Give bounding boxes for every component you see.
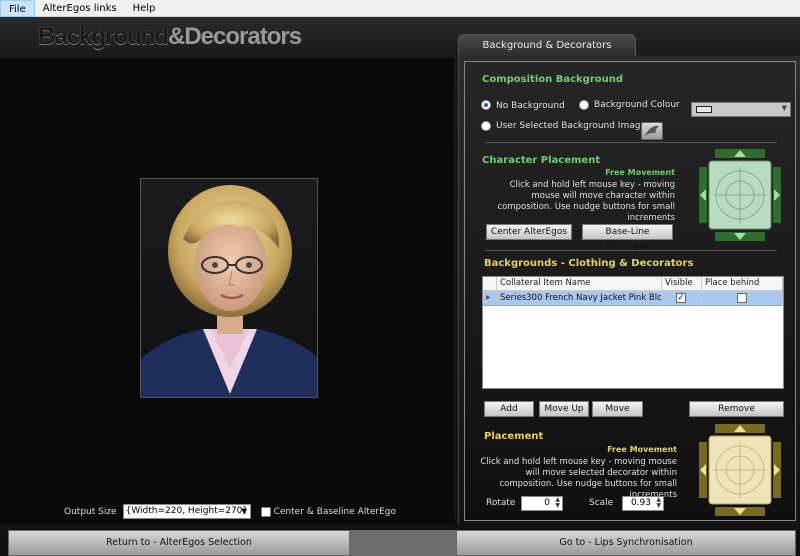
go-to-lips-sync-button[interactable]: Go to - Lips Synchronisation — [456, 530, 796, 556]
character-free-movement: Free Movement — [605, 168, 675, 177]
wing-icon — [645, 125, 659, 136]
menu-file[interactable]: File — [0, 0, 35, 17]
character-hint: Click and hold left mouse key - moving m… — [497, 180, 676, 223]
placement-hint: Click and hold left mouse key - moving m… — [480, 457, 677, 500]
settings-panel: Composition Background No Background Bac… — [458, 56, 800, 524]
user-image-label: User Selected Background Image — [496, 121, 646, 131]
row-place-behind-checkbox[interactable] — [737, 293, 747, 303]
settings-inner: Composition Background No Background Bac… — [464, 61, 796, 521]
add-button[interactable]: Add — [484, 401, 534, 417]
output-size-value: {Width=220, Height=270} — [125, 506, 249, 516]
background-colour-picker[interactable]: ▼ — [691, 102, 791, 117]
output-size-row: Output Size {Width=220, Height=270} ▼ Ce… — [64, 504, 396, 519]
chevron-down-icon: ▼ — [241, 507, 247, 515]
row-visible-cell — [662, 291, 702, 306]
move-down-button[interactable]: Move Down — [592, 401, 643, 428]
grid-header-visible[interactable]: Visible — [662, 277, 702, 291]
return-to-alteregos-button[interactable]: Return to - AlterEgos Selection — [8, 530, 350, 556]
character-nudge-control[interactable] — [699, 149, 781, 241]
no-background-label: No Background — [496, 101, 565, 111]
chevron-down-icon: ▼ — [781, 104, 787, 112]
app-title: Background&Decorators — [38, 23, 302, 51]
character-placement-title: Character Placement — [482, 155, 601, 166]
scale-label: Scale — [589, 498, 614, 508]
nav-spacer — [350, 530, 456, 556]
user-image-radio[interactable] — [481, 121, 491, 131]
background-colour-label: Background Colour — [594, 100, 680, 110]
character-portrait-image — [141, 185, 317, 397]
center-baseline-label: Center & Baseline AlterEgo — [273, 506, 396, 517]
placement-free-movement: Free Movement — [607, 445, 677, 454]
menu-help[interactable]: Help — [125, 0, 164, 17]
center-baseline-checkbox[interactable] — [260, 506, 271, 517]
rotate-spinner[interactable]: 0 ▲ ▼ — [521, 496, 563, 511]
composition-title: Composition Background — [482, 74, 624, 85]
rotate-value: 0 — [544, 498, 550, 508]
remove-button[interactable]: Remove — [689, 401, 784, 417]
baseline-alteregos-button[interactable]: Base-Line AlterEgos — [582, 224, 673, 251]
placement-title: Placement — [484, 431, 544, 442]
row-item-name: Series300 French Navy Jacket Pink Blo... — [497, 291, 662, 306]
rotate-label: Rotate — [486, 498, 516, 508]
background-colour-radio[interactable] — [579, 100, 589, 110]
section-divider — [485, 142, 777, 143]
spinner-arrows-icon: ▲ ▼ — [555, 496, 560, 509]
center-alteregos-button[interactable]: Center AlterEgos — [486, 224, 572, 240]
table-row[interactable]: ▶ Series300 French Navy Jacket Pink Blo.… — [483, 291, 783, 306]
output-size-select[interactable]: {Width=220, Height=270} ▼ — [122, 504, 251, 519]
decorators-grid: Collateral Item Name Visible Place behin… — [482, 276, 784, 389]
decorator-nudge-control[interactable] — [699, 424, 781, 516]
colour-swatch — [696, 106, 712, 113]
spinner-arrows-icon: ▲ ▼ — [656, 496, 661, 509]
decorators-title: Backgrounds - Clothing & Decorators — [484, 258, 694, 269]
character-preview[interactable] — [140, 178, 318, 398]
character-nudge-pad — [699, 149, 781, 241]
row-visible-checkbox[interactable] — [676, 293, 686, 303]
menu-alteregos-links[interactable]: AlterEgos links — [35, 0, 125, 17]
grid-header-name[interactable]: Collateral Item Name — [497, 277, 662, 291]
section-divider — [485, 250, 777, 251]
browse-image-button[interactable] — [641, 122, 663, 140]
output-size-label: Output Size — [64, 506, 117, 517]
scale-spinner[interactable]: 0.93 ▲ ▼ — [622, 496, 664, 511]
row-place-behind-cell — [702, 291, 783, 306]
decorator-nudge-pad — [699, 424, 781, 516]
app-title-part2: &Decorators — [168, 23, 302, 50]
grid-header-place-behind[interactable]: Place behind — [702, 277, 783, 291]
row-indicator-icon: ▶ — [483, 291, 497, 306]
menu-bar: File AlterEgos links Help — [0, 0, 800, 17]
tab-background-decorators[interactable]: Background & Decorators — [458, 34, 636, 56]
move-up-button[interactable]: Move Up — [539, 401, 589, 417]
grid-header-spacer — [483, 277, 497, 291]
no-background-radio[interactable] — [481, 100, 491, 110]
app-title-part1: Background — [38, 23, 169, 50]
scale-value: 0.93 — [630, 498, 651, 508]
